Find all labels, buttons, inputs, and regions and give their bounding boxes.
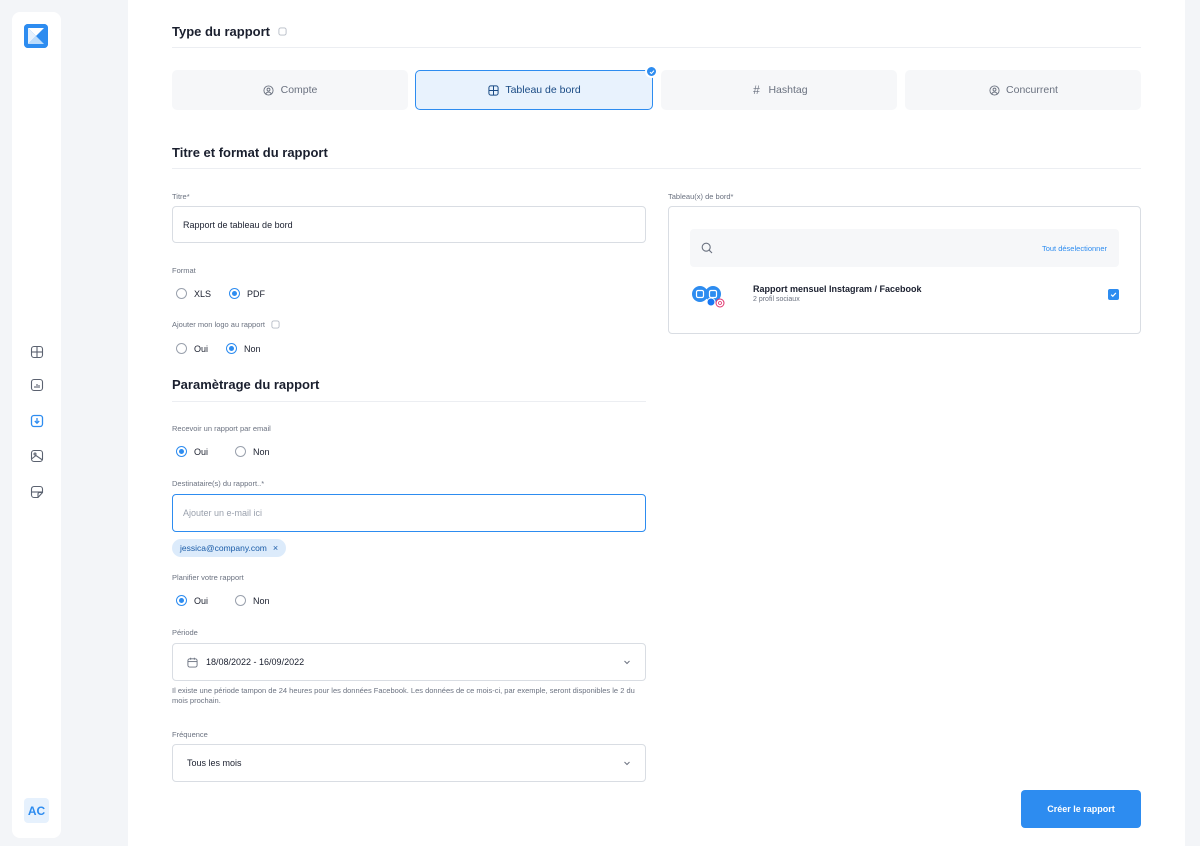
dashboards-panel: Tout déselectionner Rapport mensuel Inst… [668,206,1141,334]
period-select[interactable]: 18/08/2022 - 16/09/2022 [172,643,646,681]
radio-dot[interactable] [176,288,187,299]
format-radio-group: XLS PDF [176,288,265,299]
radio-label: Non [253,595,270,606]
recipients-field[interactable] [172,494,646,532]
deselect-all-link[interactable]: Tout déselectionner [1042,244,1107,253]
dashboard-item-name: Rapport mensuel Instagram / Facebook [753,284,922,294]
period-help-text: Il existe une période tampon de 24 heure… [172,686,635,705]
sidebar: AC [12,12,61,838]
radio-dot[interactable] [176,595,187,606]
tab-hashtag[interactable]: # Hashtag [661,70,897,110]
info-icon[interactable] [271,320,280,329]
radio-dot[interactable] [235,446,247,457]
period-label: Période [172,628,198,637]
dashboard-item-sub: 2 profil sociaux [753,296,800,303]
sidebar-dashboard-icon[interactable] [28,343,45,360]
user-icon [988,84,1000,96]
radio-dot[interactable] [176,343,187,354]
divider [172,47,1141,48]
recipients-label: Destinataire(s) du rapport..* [172,479,265,488]
radio-label: Non [253,446,270,457]
check-icon [1110,292,1117,298]
info-icon[interactable] [278,27,287,36]
sidebar-image-icon[interactable] [28,447,45,464]
radio-label: Oui [194,343,209,354]
settings-heading: Paramètrage du rapport [172,377,320,392]
search-icon [701,242,713,254]
social-avatars [691,284,735,308]
email-oui-radio[interactable]: Oui [176,446,208,457]
period-value: 18/08/2022 - 16/09/2022 [206,657,305,667]
title-field[interactable] [172,206,646,243]
title-input[interactable] [183,219,645,230]
hashtag-icon: # [753,83,760,97]
radio-label: Oui [194,446,209,457]
recipient-email: jessica@company.com [180,543,267,553]
radio-label: PDF [247,288,266,299]
title-label: Titre* [172,192,190,201]
frequency-value: Tous les mois [187,758,242,768]
logo-label-row: Ajouter mon logo au rapport [172,320,280,329]
app-logo[interactable] [24,24,48,48]
schedule-non-radio[interactable]: Non [235,595,270,606]
sidebar-note-icon[interactable] [28,483,45,500]
radio-label: Non [244,343,261,354]
tab-label: Tableau de bord [505,84,581,96]
radio-label: Oui [194,595,209,606]
schedule-label: Planifier votre rapport [172,573,244,582]
chevron-down-icon [624,761,630,766]
avatar[interactable]: AC [24,798,49,823]
frequency-select[interactable]: Tous les mois [172,744,646,782]
tab-compte[interactable]: Compte [172,70,408,110]
recipient-chip: jessica@company.com × [172,539,287,557]
schedule-oui-radio[interactable]: Oui [176,595,208,606]
tab-label: Compte [280,84,318,96]
logo-non-radio[interactable]: Non [226,343,261,354]
selected-check-icon [645,65,658,78]
radio-dot[interactable] [176,446,187,457]
radio-dot[interactable] [235,595,247,606]
divider [172,401,646,402]
dashboard-search-bar[interactable]: Tout déselectionner [690,229,1119,267]
dashboard-icon [487,84,499,96]
sidebar-download-icon[interactable] [28,412,45,429]
recipients-input[interactable] [183,508,645,518]
format-label: Format [172,266,196,275]
divider [172,168,1141,169]
email-non-radio[interactable]: Non [235,446,270,457]
tab-concurrent[interactable]: Concurrent [905,70,1141,110]
sidebar-analytics-icon[interactable] [28,376,45,393]
format-pdf-radio[interactable]: PDF [229,288,265,299]
logo-label: Ajouter mon logo au rapport [172,320,265,329]
report-type-header: Type du rapport [172,24,287,39]
radio-label: XLS [194,288,212,299]
remove-recipient-icon[interactable]: × [273,543,278,553]
calendar-icon [187,657,198,668]
social-profiles-icon [692,286,725,308]
dashboard-item-checkbox[interactable] [1108,289,1119,300]
chevron-down-icon [624,660,630,665]
logo-icon [24,24,48,48]
tab-label: Concurrent [1006,84,1058,96]
create-report-button[interactable]: Créer le rapport [1021,790,1141,828]
schedule-radio-group: Oui Non [176,595,270,606]
radio-dot[interactable] [226,343,238,354]
logo-oui-radio[interactable]: Oui [176,343,208,354]
logo-radio-group: Oui Non [176,343,261,354]
format-xls-radio[interactable]: XLS [176,288,211,299]
tab-label: Hashtag [768,84,808,96]
radio-dot[interactable] [229,288,241,299]
frequency-label: Fréquence [172,730,208,739]
user-icon [263,84,275,96]
email-label: Recevoir un rapport par email [172,424,271,433]
tab-tableau-de-bord[interactable]: Tableau de bord [415,65,658,110]
title-format-heading: Titre et format du rapport [172,145,328,160]
report-type-title: Type du rapport [172,24,270,39]
main-content: Type du rapport Compte Tableau de bord #… [128,0,1185,846]
dashboards-label: Tableau(x) de bord* [668,192,734,201]
email-radio-group: Oui Non [176,446,270,457]
